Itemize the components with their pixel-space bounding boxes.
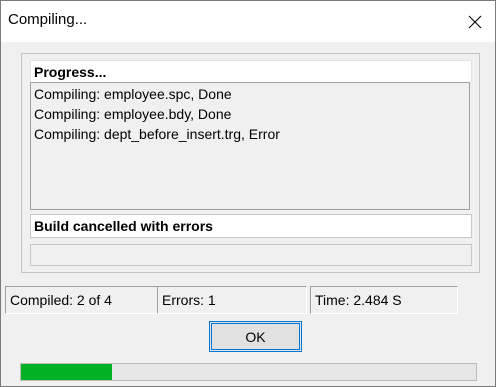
close-icon — [468, 15, 482, 28]
window-title: Compiling... — [8, 11, 88, 28]
progress-bar — [20, 363, 477, 381]
ok-button[interactable]: OK — [209, 321, 302, 352]
compile-dialog: Compiling... Progress... Compiling: empl… — [0, 0, 496, 387]
elapsed-time: Time: 2.484 S — [310, 286, 458, 314]
errors-count-text: Errors: 1 — [162, 292, 216, 308]
compiled-count: Compiled: 2 of 4 — [5, 286, 162, 314]
build-status: Build cancelled with errors — [30, 214, 472, 238]
errors-count: Errors: 1 — [157, 286, 307, 314]
build-status-text: Build cancelled with errors — [34, 218, 213, 234]
elapsed-time-text: Time: 2.484 S — [315, 292, 402, 308]
title-bar: Compiling... — [1, 1, 495, 42]
log-line: Compiling: employee.spc, Done — [34, 86, 232, 102]
log-line: Compiling: dept_before_insert.trg, Error — [34, 126, 280, 142]
compiled-count-text: Compiled: 2 of 4 — [10, 292, 112, 308]
log-line: Compiling: employee.bdy, Done — [34, 106, 232, 122]
compile-log[interactable]: Compiling: employee.spc, Done Compiling:… — [30, 82, 470, 210]
progress-header: Progress... — [30, 60, 472, 82]
progress-group: Progress... Compiling: employee.spc, Don… — [21, 53, 480, 273]
progress-heading: Progress... — [34, 64, 107, 80]
close-button[interactable] — [455, 1, 495, 42]
status-detail — [30, 244, 472, 266]
ok-focus-ring — [211, 323, 300, 350]
progress-fill — [21, 364, 112, 380]
